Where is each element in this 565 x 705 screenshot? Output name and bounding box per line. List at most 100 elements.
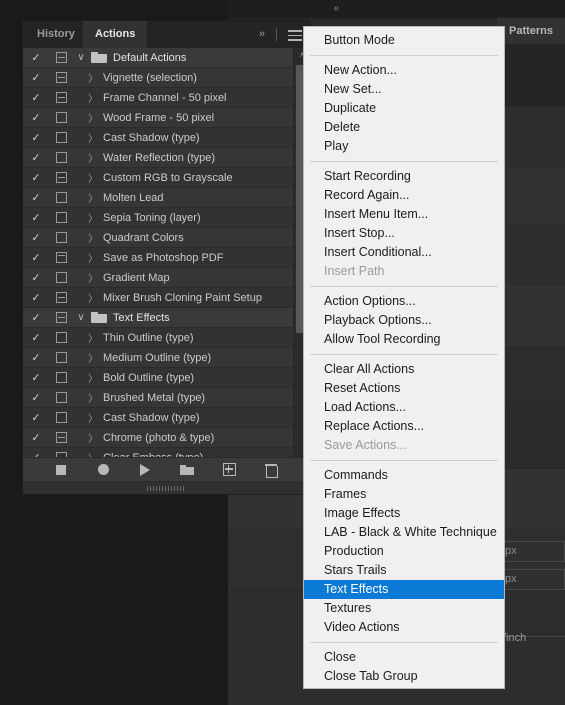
action-enable-checkbox[interactable]: ✓ xyxy=(23,371,49,384)
action-enable-checkbox[interactable]: ✓ xyxy=(23,191,49,204)
expand-twisty-icon[interactable]: 〉 xyxy=(83,370,103,385)
menu-item[interactable]: Insert Conditional... xyxy=(304,243,504,262)
action-row[interactable]: ✓ 〉 Gradient Map xyxy=(23,268,293,288)
expand-twisty-icon[interactable]: 〉 xyxy=(83,90,103,105)
action-row[interactable]: ✓ 〉 Medium Outline (type) xyxy=(23,348,293,368)
action-dialog-toggle[interactable] xyxy=(49,252,73,263)
action-enable-checkbox[interactable]: ✓ xyxy=(23,311,49,324)
expand-twisty-icon[interactable]: 〉 xyxy=(83,70,103,85)
menu-item[interactable]: Close xyxy=(304,648,504,667)
action-dialog-toggle[interactable] xyxy=(49,432,73,443)
stop-button[interactable] xyxy=(53,462,69,478)
tab-actions[interactable]: Actions xyxy=(83,21,148,48)
menu-item[interactable]: Close Tab Group xyxy=(304,667,504,686)
action-enable-checkbox[interactable]: ✓ xyxy=(23,291,49,304)
expand-twisty-icon[interactable]: ∨ xyxy=(73,52,89,63)
delete-button[interactable] xyxy=(263,462,279,478)
action-enable-checkbox[interactable]: ✓ xyxy=(23,431,49,444)
collapse-panels-icon[interactable]: « xyxy=(325,2,347,16)
menu-item[interactable]: Video Actions xyxy=(304,618,504,637)
action-enable-checkbox[interactable]: ✓ xyxy=(23,211,49,224)
expand-twisty-icon[interactable]: 〉 xyxy=(83,290,103,305)
actions-list[interactable]: ✓ ∨ Default Actions ✓ 〉 Vignette (selection) ✓… xyxy=(23,48,309,472)
action-dialog-toggle[interactable] xyxy=(49,332,73,343)
action-row[interactable]: ✓ 〉 Cast Shadow (type) xyxy=(23,408,293,428)
new-set-button[interactable] xyxy=(179,462,195,478)
action-enable-checkbox[interactable]: ✓ xyxy=(23,131,49,144)
action-row[interactable]: ✓ 〉 Cast Shadow (type) xyxy=(23,128,293,148)
expand-twisty-icon[interactable]: 〉 xyxy=(83,210,103,225)
menu-item[interactable]: New Set... xyxy=(304,80,504,99)
action-enable-checkbox[interactable]: ✓ xyxy=(23,151,49,164)
menu-item[interactable]: Frames xyxy=(304,485,504,504)
action-row[interactable]: ✓ 〉 Save as Photoshop PDF xyxy=(23,248,293,268)
action-row[interactable]: ✓ 〉 Molten Lead xyxy=(23,188,293,208)
action-row[interactable]: ✓ 〉 Brushed Metal (type) xyxy=(23,388,293,408)
action-row[interactable]: ✓ 〉 Bold Outline (type) xyxy=(23,368,293,388)
expand-twisty-icon[interactable]: 〉 xyxy=(83,230,103,245)
action-dialog-toggle[interactable] xyxy=(49,72,73,83)
action-dialog-toggle[interactable] xyxy=(49,312,73,323)
action-dialog-toggle[interactable] xyxy=(49,112,73,123)
action-row[interactable]: ✓ 〉 Thin Outline (type) xyxy=(23,328,293,348)
menu-item[interactable]: Load Actions... xyxy=(304,398,504,417)
action-enable-checkbox[interactable]: ✓ xyxy=(23,111,49,124)
menu-item[interactable]: Action Options... xyxy=(304,292,504,311)
expand-twisty-icon[interactable]: 〉 xyxy=(83,110,103,125)
tab-patterns[interactable]: Patterns xyxy=(497,18,565,44)
expand-twisty-icon[interactable]: 〉 xyxy=(83,250,103,265)
menu-item[interactable]: Text Effects xyxy=(304,580,504,599)
expand-twisty-icon[interactable]: 〉 xyxy=(83,150,103,165)
action-dialog-toggle[interactable] xyxy=(49,52,73,63)
action-row[interactable]: ✓ 〉 Chrome (photo & type) xyxy=(23,428,293,448)
action-dialog-toggle[interactable] xyxy=(49,372,73,383)
new-action-button[interactable] xyxy=(221,462,237,478)
action-enable-checkbox[interactable]: ✓ xyxy=(23,171,49,184)
action-dialog-toggle[interactable] xyxy=(49,152,73,163)
expand-twisty-icon[interactable]: 〉 xyxy=(83,430,103,445)
action-dialog-toggle[interactable] xyxy=(49,392,73,403)
menu-item[interactable]: Production xyxy=(304,542,504,561)
action-row[interactable]: ✓ 〉 Custom RGB to Grayscale xyxy=(23,168,293,188)
action-enable-checkbox[interactable]: ✓ xyxy=(23,51,49,64)
action-row[interactable]: ✓ 〉 Mixer Brush Cloning Paint Setup xyxy=(23,288,293,308)
expand-twisty-icon[interactable]: 〉 xyxy=(83,130,103,145)
panel-resize-grip[interactable] xyxy=(23,482,309,494)
expand-twisty-icon[interactable]: 〉 xyxy=(83,350,103,365)
action-dialog-toggle[interactable] xyxy=(49,232,73,243)
menu-item[interactable]: Duplicate xyxy=(304,99,504,118)
action-enable-checkbox[interactable]: ✓ xyxy=(23,91,49,104)
action-dialog-toggle[interactable] xyxy=(49,352,73,363)
menu-item[interactable]: Delete xyxy=(304,118,504,137)
action-row[interactable]: ✓ 〉 Wood Frame - 50 pixel xyxy=(23,108,293,128)
action-dialog-toggle[interactable] xyxy=(49,192,73,203)
expand-twisty-icon[interactable]: 〉 xyxy=(83,170,103,185)
play-button[interactable] xyxy=(137,462,153,478)
menu-item[interactable]: Image Effects xyxy=(304,504,504,523)
expand-twisty-icon[interactable]: 〉 xyxy=(83,410,103,425)
menu-item[interactable]: New Action... xyxy=(304,61,504,80)
menu-item[interactable]: Record Again... xyxy=(304,186,504,205)
menu-item[interactable]: Replace Actions... xyxy=(304,417,504,436)
menu-item[interactable]: Commands xyxy=(304,466,504,485)
menu-item[interactable]: Stars Trails xyxy=(304,561,504,580)
menu-item[interactable]: LAB - Black & White Technique xyxy=(304,523,504,542)
action-enable-checkbox[interactable]: ✓ xyxy=(23,411,49,424)
panel-menu-icon[interactable] xyxy=(287,27,303,42)
menu-item[interactable]: Button Mode xyxy=(304,31,504,50)
expand-twisty-icon[interactable]: 〉 xyxy=(83,190,103,205)
menu-item[interactable]: Reset Actions xyxy=(304,379,504,398)
action-dialog-toggle[interactable] xyxy=(49,212,73,223)
action-row[interactable]: ✓ 〉 Quadrant Colors xyxy=(23,228,293,248)
expand-twisty-icon[interactable]: 〉 xyxy=(83,270,103,285)
action-row[interactable]: ✓ 〉 Water Reflection (type) xyxy=(23,148,293,168)
action-dialog-toggle[interactable] xyxy=(49,92,73,103)
action-enable-checkbox[interactable]: ✓ xyxy=(23,351,49,364)
action-dialog-toggle[interactable] xyxy=(49,172,73,183)
action-dialog-toggle[interactable] xyxy=(49,272,73,283)
tab-history[interactable]: History xyxy=(25,21,87,48)
menu-item[interactable]: Textures xyxy=(304,599,504,618)
action-enable-checkbox[interactable]: ✓ xyxy=(23,331,49,344)
action-enable-checkbox[interactable]: ✓ xyxy=(23,391,49,404)
expand-twisty-icon[interactable]: ∨ xyxy=(73,312,89,323)
